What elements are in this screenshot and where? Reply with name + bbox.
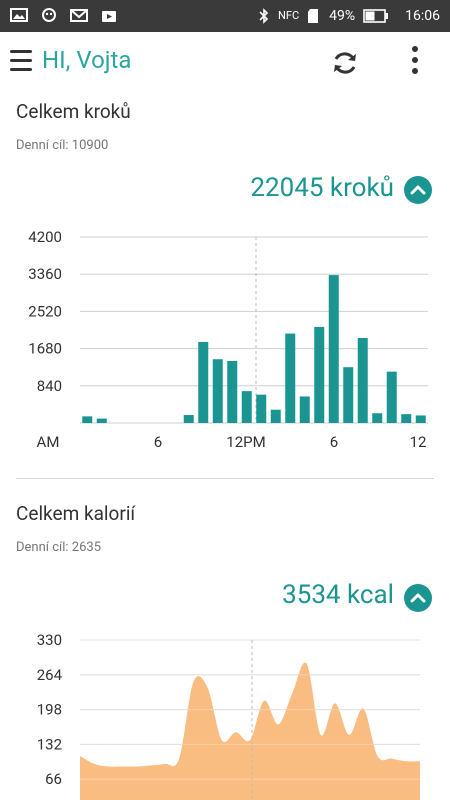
notification-icons — [10, 7, 118, 23]
steps-bar — [256, 394, 267, 423]
y-tick-label: 3360 — [28, 265, 62, 283]
bluetooth-icon — [259, 8, 269, 24]
y-tick-label: 2520 — [28, 302, 62, 320]
steps-bar — [82, 416, 93, 423]
steps-bar — [415, 415, 426, 423]
steps-goal: Denní cíl: 10900 — [16, 138, 109, 153]
steps-bar — [343, 367, 354, 423]
calories-collapse-button[interactable] — [404, 584, 432, 612]
app-mascot-icon — [42, 8, 56, 22]
image-icon — [10, 8, 28, 22]
y-tick-label: 132 — [37, 735, 62, 753]
sync-icon[interactable] — [330, 48, 360, 78]
steps-collapse-button[interactable] — [404, 176, 432, 204]
steps-bar — [183, 415, 194, 423]
y-tick-label: 840 — [37, 377, 62, 395]
x-tick-label: 12 — [410, 433, 427, 451]
y-tick-label: 330 — [37, 631, 62, 649]
steps-bar — [328, 275, 339, 423]
status-bar: NFC 49% 16:06 — [0, 0, 450, 32]
x-tick-label: AM — [37, 433, 60, 451]
calories-area-chart: 66 132 198 264 330 — [37, 631, 420, 800]
steps-section-title: Celkem kroků — [16, 100, 131, 123]
hamburger-menu-icon[interactable] — [10, 50, 32, 72]
calories-section-title: Celkem kalorií — [16, 502, 136, 525]
steps-bar — [227, 361, 238, 423]
calories-total: 3534 kcal — [282, 580, 394, 610]
steps-bar — [285, 333, 296, 423]
steps-bar — [386, 371, 397, 423]
y-tick-label: 4200 — [28, 228, 62, 246]
x-tick-label: 6 — [154, 433, 162, 451]
battery-percent: 49% — [329, 8, 356, 24]
steps-bar — [198, 341, 209, 423]
y-tick-label: 264 — [37, 666, 63, 684]
steps-total: 22045 kroků — [250, 173, 394, 203]
steps-bar — [212, 359, 223, 423]
chevron-up-icon — [410, 185, 426, 195]
video-app-icon — [102, 11, 116, 22]
steps-bar — [299, 396, 310, 423]
page-title: HI, Vojta — [42, 46, 132, 74]
app-bar: HI, Vojta — [0, 32, 450, 92]
calories-goal: Denní cíl: 2635 — [16, 540, 102, 555]
steps-bar — [96, 418, 107, 423]
sd-card-warning-icon — [308, 9, 319, 23]
system-status: NFC 49% 16:06 — [258, 7, 440, 25]
y-tick-label: 1680 — [28, 340, 62, 358]
section-divider — [16, 478, 434, 479]
x-tick-label: 12PM — [226, 433, 265, 451]
steps-bar-chart: 840 1680 2520 3360 4200 AM 6 12PM 6 12 — [28, 228, 428, 451]
steps-bar — [314, 326, 325, 423]
steps-bar — [241, 391, 252, 423]
y-tick-label: 198 — [37, 701, 62, 719]
mail-icon — [70, 9, 88, 22]
x-tick-label: 6 — [330, 433, 338, 451]
y-tick-label: 66 — [45, 770, 62, 788]
clock: 16:06 — [405, 8, 440, 24]
steps-bar — [401, 414, 412, 423]
nfc-indicator: NFC — [278, 9, 300, 22]
steps-bar — [270, 409, 281, 423]
steps-bar — [372, 413, 383, 423]
battery-icon — [363, 9, 389, 23]
chevron-up-icon — [410, 593, 426, 603]
steps-bar — [357, 337, 368, 423]
more-options-icon[interactable] — [410, 46, 420, 78]
